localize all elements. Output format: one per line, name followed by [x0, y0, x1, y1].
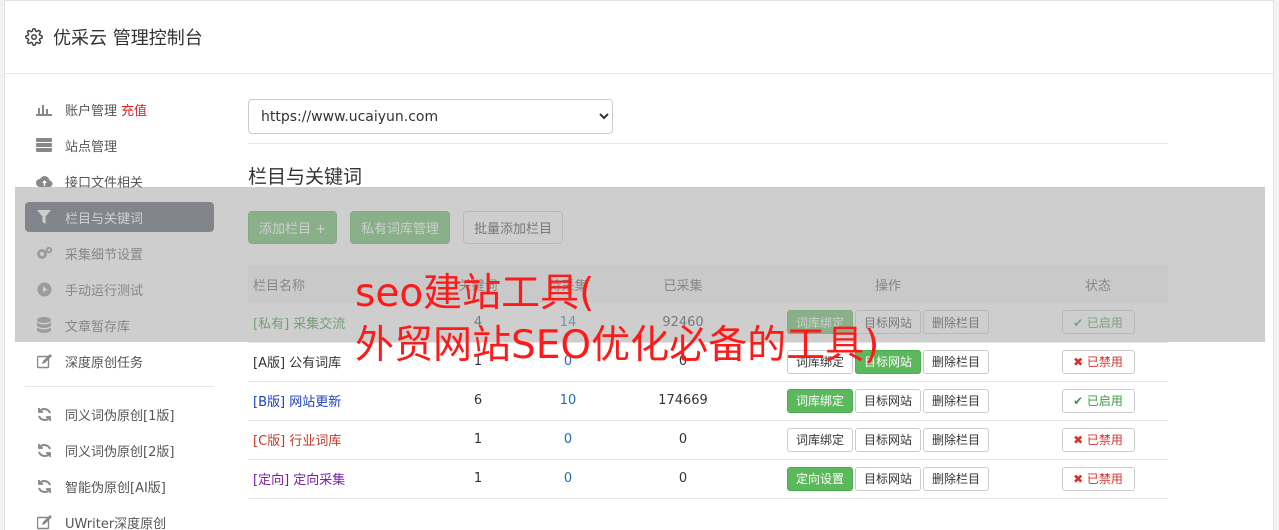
- refresh-icon: [35, 442, 53, 458]
- status-toggle[interactable]: ✔ 已启用: [1061, 388, 1135, 413]
- sidebar-item-label: 栏目与关键词: [65, 211, 144, 227]
- bind-lib-button[interactable]: 定向设置: [786, 466, 853, 491]
- bar-chart-icon: [35, 101, 53, 117]
- keyword-count: 1: [438, 459, 518, 499]
- col-header-status: 状态: [1028, 265, 1168, 303]
- sidebar-item[interactable]: 栏目与关键词: [25, 202, 214, 232]
- sidebar-item-label: 采集细节设置: [65, 247, 144, 263]
- cogs-icon: [35, 245, 53, 261]
- sidebar-item[interactable]: 深度原创任务: [25, 346, 214, 376]
- column-name-link[interactable]: [定向] 定向采集: [253, 473, 345, 488]
- pending-count[interactable]: 0: [564, 432, 572, 447]
- play-circle-icon: [35, 281, 53, 297]
- watermark-line-1: seo建站工具(: [355, 271, 595, 316]
- divider: [248, 143, 1168, 144]
- status-toggle[interactable]: ✖ 已禁用: [1061, 349, 1135, 374]
- page-title: 优采云 管理控制台: [53, 28, 203, 49]
- refresh-icon: [35, 406, 53, 422]
- bind-lib-button[interactable]: 词库绑定: [786, 388, 853, 413]
- status-toggle[interactable]: ✔ 已启用: [1061, 310, 1135, 335]
- sidebar-item-label: 同义词伪原创[1版]: [65, 408, 175, 424]
- column-name-link[interactable]: [私有] 采集交流: [253, 317, 345, 332]
- column-name-link[interactable]: [C版] 行业词库: [253, 434, 341, 449]
- recharge-link[interactable]: 充值: [121, 100, 147, 119]
- column-name-link[interactable]: [B版] 网站更新: [253, 395, 341, 410]
- table-row: [C版] 行业词库 1 0 0 词库绑定 目标网站 删除栏目 ✖ 已禁用: [248, 420, 1168, 460]
- table-row: [定向] 定向采集 1 0 0 定向设置 目标网站 删除栏目 ✖ 已禁用: [248, 459, 1168, 499]
- add-column-button[interactable]: 添加栏目 +: [248, 211, 338, 244]
- sidebar: 账户管理 充值站点管理接口文件相关 栏目与关键词 采集细节设置 手动运行测试 文章暂存库深…: [25, 94, 214, 530]
- sidebar-item-label: 接口文件相关: [65, 175, 144, 191]
- keyword-count: 1: [438, 420, 518, 460]
- sidebar-item[interactable]: 智能伪原创[AI版]: [25, 471, 214, 501]
- page-header: 优采云 管理控制台: [5, 1, 1273, 74]
- cloud-upload-icon: [35, 173, 53, 189]
- watermark-line-2: 外贸网站SEO优化必备的工具): [355, 323, 880, 368]
- status-toggle[interactable]: ✖ 已禁用: [1061, 427, 1135, 452]
- delete-column-button[interactable]: 删除栏目: [923, 427, 990, 452]
- pending-count[interactable]: 0: [564, 471, 572, 486]
- pending-count[interactable]: 10: [560, 393, 577, 408]
- column-name-link[interactable]: [A版] 公有词库: [253, 356, 341, 371]
- sidebar-item[interactable]: 站点管理: [25, 130, 214, 160]
- sidebar-item[interactable]: UWriter深度原创: [25, 507, 214, 530]
- sidebar-item[interactable]: 手动运行测试: [25, 274, 214, 304]
- target-site-button[interactable]: 目标网站: [854, 427, 921, 452]
- sidebar-item[interactable]: 文章暂存库: [25, 310, 214, 340]
- target-site-button[interactable]: 目标网站: [854, 388, 921, 413]
- sidebar-item[interactable]: 接口文件相关: [25, 166, 214, 196]
- status-toggle[interactable]: ✖ 已禁用: [1061, 466, 1135, 491]
- delete-column-button[interactable]: 删除栏目: [923, 466, 990, 491]
- action-buttons: 添加栏目 + 私有词库管理 批量添加栏目: [248, 211, 1168, 244]
- server-icon: [35, 137, 53, 153]
- keyword-count: 6: [438, 381, 518, 421]
- section-title: 栏目与关键词: [248, 166, 363, 188]
- sidebar-item-label: 智能伪原创[AI版]: [65, 480, 166, 496]
- batch-add-button[interactable]: 批量添加栏目: [463, 211, 564, 244]
- collected-count: 0: [618, 459, 748, 499]
- sidebar-item[interactable]: 同义词伪原创[2版]: [25, 435, 214, 465]
- database-icon: [35, 317, 53, 333]
- console-card: 优采云 管理控制台 账户管理 充值 站点管理 接口文件相关 栏目与关键词 采集细节设置 手动…: [4, 0, 1274, 530]
- sidebar-item-label: 深度原创任务: [65, 355, 144, 371]
- sidebar-item-label: 文章暂存库: [65, 319, 131, 335]
- sidebar-item-label: 账户管理: [65, 103, 118, 119]
- target-site-button[interactable]: 目标网站: [854, 466, 921, 491]
- private-lib-button[interactable]: 私有词库管理: [350, 211, 451, 244]
- edit-icon: [35, 353, 53, 369]
- refresh-icon: [35, 478, 53, 494]
- collected-count: 0: [618, 420, 748, 460]
- watermark-text: seo建站工具( 外贸网站SEO优化必备的工具): [355, 268, 955, 372]
- table-row: [B版] 网站更新 6 10 174669 词库绑定 目标网站 删除栏目 ✔ 已启用: [248, 381, 1168, 421]
- bind-lib-button[interactable]: 词库绑定: [786, 427, 853, 452]
- sidebar-divider: [25, 386, 214, 387]
- sidebar-item-label: 手动运行测试: [65, 283, 144, 299]
- sidebar-item[interactable]: 账户管理 充值: [25, 94, 214, 124]
- sidebar-item-label: 同义词伪原创[2版]: [65, 444, 175, 460]
- site-select[interactable]: https://www.ucaiyun.com: [248, 99, 613, 134]
- edit-icon: [35, 514, 53, 530]
- filter-icon: [35, 209, 53, 225]
- sidebar-item-label: 站点管理: [65, 139, 118, 155]
- sidebar-item[interactable]: 采集细节设置: [25, 238, 214, 268]
- delete-column-button[interactable]: 删除栏目: [923, 388, 990, 413]
- collected-count: 174669: [618, 381, 748, 421]
- sidebar-item-label: UWriter深度原创: [65, 516, 167, 530]
- sidebar-item[interactable]: 同义词伪原创[1版]: [25, 399, 214, 429]
- gear-icon: [25, 28, 43, 46]
